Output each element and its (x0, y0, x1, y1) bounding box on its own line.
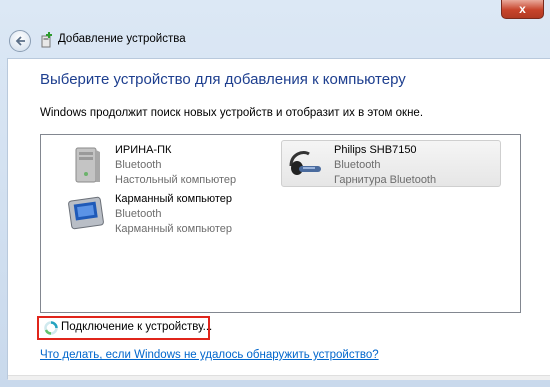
headset-icon (289, 151, 321, 175)
back-arrow-icon (15, 36, 25, 46)
device-name: Карманный компьютер (115, 193, 233, 205)
device-item-irina-pc[interactable]: ИРИНА-ПК Bluetooth Настольный компьютер (63, 141, 283, 188)
device-category: Гарнитура Bluetooth (334, 174, 437, 186)
add-device-icon (41, 32, 52, 48)
device-type: Bluetooth (115, 208, 162, 220)
window-title: Добавление устройства (58, 33, 186, 45)
page-heading: Выберите устройство для добавления к ком… (40, 71, 406, 88)
device-type: Bluetooth (115, 159, 162, 171)
window-frame: x Добавление устройства Выберите устройс… (0, 0, 550, 387)
close-button[interactable]: x (501, 0, 544, 19)
desktop-computer-icon (75, 147, 100, 183)
connection-status: Подключение к устройству... (37, 316, 213, 340)
device-type: Bluetooth (334, 159, 381, 171)
bottom-bar (8, 375, 550, 380)
device-item-philips-shb7150[interactable]: Philips SHB7150 Bluetooth Гарнитура Blue… (281, 140, 501, 187)
instruction-text: Windows продолжит поиск новых устройств … (40, 107, 424, 119)
spinner-icon (44, 321, 58, 335)
device-item-pda[interactable]: Карманный компьютер Bluetooth Карманный … (63, 190, 283, 237)
help-link[interactable]: Что делать, если Windows не удалось обна… (40, 349, 379, 361)
status-text: Подключение к устройству... (61, 321, 213, 333)
device-list[interactable]: ИРИНА-ПК Bluetooth Настольный компьютер … (40, 134, 521, 313)
device-name: Philips SHB7150 (334, 144, 417, 156)
device-category: Карманный компьютер (115, 223, 233, 235)
content-area: Выберите устройство для добавления к ком… (7, 58, 550, 380)
device-name: ИРИНА-ПК (115, 144, 172, 156)
back-button[interactable] (9, 30, 31, 52)
pda-icon (68, 196, 104, 230)
device-category: Настольный компьютер (115, 174, 237, 186)
